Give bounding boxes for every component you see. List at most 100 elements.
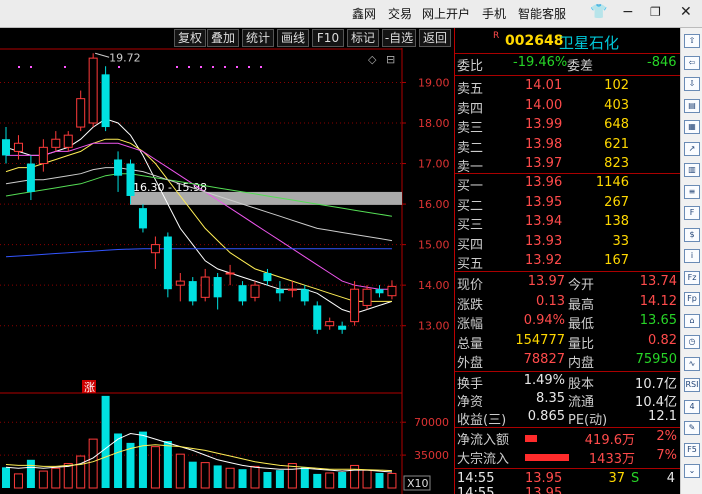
marker-dot (236, 66, 238, 68)
candle (362, 285, 372, 310)
weibi-row: 委比 -19.46% 委差 -846 (455, 55, 681, 74)
fz-icon[interactable]: Fz (684, 270, 700, 285)
candle (238, 281, 247, 306)
volume-bar (163, 441, 172, 488)
stat-label: 涨幅 (457, 317, 484, 332)
statistics-button[interactable]: 统计 (242, 29, 274, 47)
dividend-icon[interactable]: $ (684, 227, 700, 242)
candle (2, 127, 10, 164)
tick-volume: 37 (608, 471, 625, 486)
candle (101, 66, 110, 132)
list-icon[interactable]: ≡ (684, 184, 700, 199)
kline-chart[interactable]: 19.00 18.00 17.00 16.00 15.00 14.00 13.00 ◇ ⊟ 16.… (0, 48, 454, 494)
volume-bar (76, 455, 86, 489)
kline-svg[interactable]: 19.0018.0017.0016.0015.0014.0013.00◇ ⊟16.… (0, 48, 454, 494)
fp-icon[interactable]: Fp (684, 292, 700, 306)
candle (387, 280, 397, 300)
marker-dot (212, 66, 214, 68)
flow-pct: 7% (656, 448, 677, 463)
f10-icon[interactable]: F (684, 206, 700, 220)
menu-trade[interactable]: 交易 (388, 5, 412, 22)
volume-bar (263, 472, 272, 488)
mark-button[interactable]: 标记 (347, 29, 379, 47)
ask-row: 卖二 13.98 621 (455, 137, 681, 156)
bank-icon[interactable]: ⌂ (684, 313, 700, 328)
stat-value: 0.94% (523, 313, 565, 328)
moving-average-line (5, 118, 393, 315)
fuquan-button[interactable]: 复权 (174, 29, 206, 47)
marker-dot (248, 66, 250, 68)
stat-value: 13.97 (527, 274, 565, 289)
bid-price: 13.94 (525, 214, 563, 229)
remove-watchlist-button[interactable]: -自选 (382, 29, 416, 47)
up-arrow-icon[interactable]: ⇧ (684, 34, 700, 48)
volume-bar (225, 467, 235, 489)
draw-line-button[interactable]: 画线 (277, 29, 309, 47)
bar-icon[interactable]: ▥ (684, 163, 700, 177)
y-tick-label: 19.00 (418, 76, 450, 89)
bid-price: 13.93 (525, 233, 563, 249)
volume-bar (26, 459, 35, 488)
report-icon[interactable]: ▤ (684, 98, 700, 113)
rsi-icon[interactable]: RSI (684, 378, 700, 392)
menu-mobile[interactable]: 手机 (482, 5, 506, 22)
stat-value: 75950 (635, 352, 677, 367)
flow-amount: 419.6万 (584, 433, 635, 448)
down-arrow-icon[interactable]: ⇩ (684, 77, 700, 91)
back-button[interactable]: 返回 (419, 29, 451, 47)
candle (163, 232, 172, 298)
f5-icon[interactable]: F5 (684, 442, 700, 457)
stat-value: 14.12 (639, 293, 677, 309)
bid-row: 买一 13.96 1146 (455, 175, 681, 194)
tools-icon[interactable]: ✎ (684, 421, 700, 435)
candle (300, 285, 309, 306)
zoom-out-icon[interactable]: ⊟ (386, 53, 395, 66)
bid-volume: 138 (604, 214, 629, 229)
bid-label: 买五 (457, 257, 484, 272)
divider (455, 75, 681, 76)
y-tick-label: 17.00 (418, 158, 450, 171)
volume-bar (313, 473, 322, 488)
close-icon[interactable]: ✕ (680, 4, 692, 20)
marker-dot (118, 66, 120, 68)
finance-label: PE(动) (568, 413, 608, 428)
minimize-icon[interactable]: − (622, 4, 634, 20)
menu-online-account[interactable]: 网上开户 (422, 5, 470, 22)
moving-average-line (5, 138, 392, 302)
volume-bar (362, 469, 372, 489)
menu-smart-service[interactable]: 智能客服 (518, 5, 566, 22)
volume-bar (175, 453, 185, 489)
stock-code: 002648 (505, 33, 564, 49)
candle (263, 268, 272, 286)
shirt-icon[interactable]: 👕 (590, 4, 607, 20)
y-tick-label: 13.00 (418, 320, 450, 333)
bid-row: 买三 13.94 138 (455, 214, 681, 233)
ask-label: 卖三 (457, 121, 484, 136)
left-arrow-icon[interactable]: ⇦ (684, 55, 700, 70)
stat-label: 最低 (568, 317, 595, 332)
info-icon[interactable]: i (684, 249, 700, 263)
trend-icon[interactable]: ↗ (684, 141, 700, 156)
finance-value: 12.1 (648, 409, 677, 424)
f10-button[interactable]: F10 (312, 29, 344, 47)
weicha-value: -846 (647, 55, 677, 70)
grid-icon[interactable]: ▦ (684, 120, 700, 134)
clock-icon[interactable]: ◷ (684, 335, 700, 349)
volume-bar (38, 470, 48, 489)
menu-xinwang[interactable]: 鑫网 (352, 5, 376, 22)
finance-value: 8.35 (536, 391, 565, 406)
stat-value: 78827 (523, 352, 565, 367)
finance-value: 0.865 (527, 409, 565, 424)
restore-icon[interactable]: ❐ (650, 5, 661, 19)
wave-icon[interactable]: ∿ (684, 356, 700, 371)
diamond-icon[interactable]: ◇ (368, 53, 377, 66)
number-icon[interactable]: 4 (684, 399, 700, 414)
finance-label: 流通 (568, 395, 595, 410)
ask-price: 13.98 (525, 136, 563, 152)
side-toolbar: ⇧ ⇦ ⇩ ▤ ▦ ↗ ▥ ≡ F $ i Fz Fp ⌂ ◷ ∿ RSI 4 ✎ F5 ⌄ (680, 28, 702, 494)
more-icon[interactable]: ⌄ (684, 464, 700, 478)
volume-tick-label: 35000 (414, 449, 449, 462)
volume-bar (150, 446, 160, 489)
bid-volume: 1146 (595, 175, 629, 190)
overlay-button[interactable]: 叠加 (207, 29, 239, 47)
